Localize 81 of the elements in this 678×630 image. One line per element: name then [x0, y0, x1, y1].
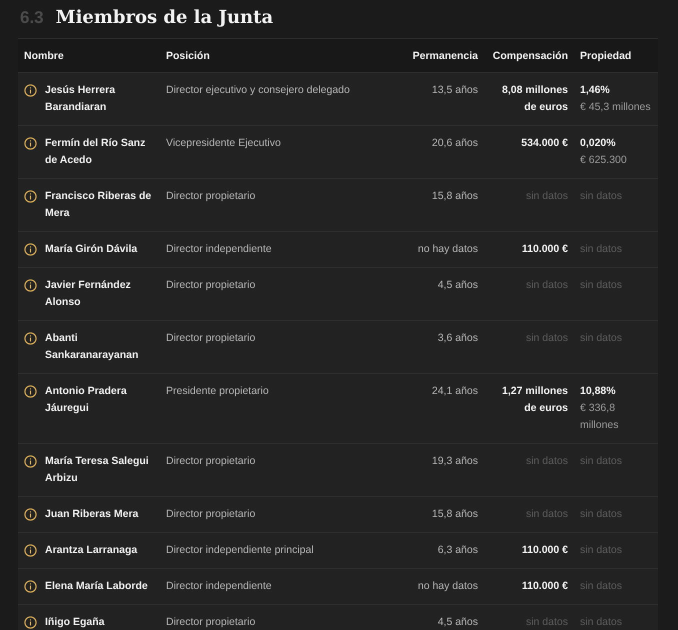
no-data-text: sin datos	[580, 190, 622, 202]
info-icon[interactable]	[24, 137, 37, 150]
tenure-text: 13,5 años	[432, 84, 478, 96]
info-icon[interactable]	[24, 84, 37, 97]
tenure-text: 15,8 años	[432, 508, 478, 520]
ownership-amount: € 625.300	[580, 153, 628, 168]
compensation-text: 110.000 €	[522, 243, 568, 255]
board-member-name: María Teresa Salegui Arbizu	[45, 454, 150, 486]
tenure-text: 19,3 años	[432, 455, 478, 467]
compensation-text: 8,08 millones de euros	[502, 84, 568, 113]
column-header: Nombre	[18, 38, 160, 72]
info-icon[interactable]	[24, 508, 37, 521]
info-icon[interactable]	[24, 616, 37, 629]
board-member-name: Juan Riberas Mera	[45, 507, 138, 522]
no-data-text: sin datos	[526, 332, 568, 344]
no-data-text: sin datos	[580, 544, 622, 556]
tenure-text: no hay datos	[418, 243, 478, 255]
no-data-text: sin datos	[526, 508, 568, 520]
no-data-text: sin datos	[580, 455, 622, 467]
tenure-text: 6,3 años	[438, 544, 478, 556]
position-text: Director propietario	[166, 455, 256, 467]
board-member-name: Abanti Sankaranarayanan	[45, 331, 140, 363]
ownership-percent: 1,46%	[580, 83, 611, 98]
no-data-text: sin datos	[526, 190, 568, 202]
column-header: Compensación	[484, 38, 574, 72]
compensation-text: 110.000 €	[522, 580, 568, 592]
column-header: Propiedad	[574, 38, 658, 72]
info-icon[interactable]	[24, 190, 37, 203]
info-icon[interactable]	[24, 580, 37, 593]
no-data-text: sin datos	[580, 508, 622, 520]
no-data-text: sin datos	[580, 243, 622, 255]
board-member-name: Fermín del Río Sanz de Acedo	[45, 136, 146, 168]
info-icon[interactable]	[24, 455, 37, 468]
position-text: Director propietario	[166, 279, 256, 291]
ownership-amount: € 336,8 millones	[580, 401, 620, 433]
no-data-text: sin datos	[526, 616, 568, 628]
tenure-text: 4,5 años	[438, 616, 478, 628]
compensation-text: 534.000 €	[521, 137, 568, 149]
info-icon[interactable]	[24, 243, 37, 256]
tenure-text: 24,1 años	[432, 385, 478, 397]
info-icon[interactable]	[24, 544, 37, 557]
board-member-name: Javier Fernández Alonso	[45, 278, 132, 310]
ownership-amount: € 45,3 millones	[580, 100, 652, 115]
no-data-text: sin datos	[580, 332, 622, 344]
position-text: Director propietario	[166, 508, 256, 520]
board-member-name: Iñigo Egaña	[45, 615, 105, 630]
board-member-name: Arantza Larranaga	[45, 543, 138, 558]
section-title: Miembros de la Junta	[56, 7, 274, 28]
no-data-text: sin datos	[580, 580, 622, 592]
compensation-text: 110.000 €	[522, 544, 568, 556]
position-text: Director independiente	[166, 243, 272, 255]
board-member-name: María Girón Dávila	[45, 242, 138, 257]
no-data-text: sin datos	[526, 455, 568, 467]
tenure-text: 4,5 años	[438, 279, 478, 291]
column-header: Permanencia	[396, 38, 484, 72]
tenure-text: 3,6 años	[438, 332, 478, 344]
board-member-name: Elena María Laborde	[45, 579, 148, 594]
position-text: Director ejecutivo y consejero delegado	[166, 84, 350, 96]
no-data-text: sin datos	[526, 279, 568, 291]
position-text: Director propietario	[166, 616, 256, 628]
info-icon[interactable]	[24, 332, 37, 345]
position-text: Presidente propietario	[166, 385, 269, 397]
ownership-percent: 0,020%	[580, 136, 617, 151]
info-icon[interactable]	[24, 385, 37, 398]
info-icon[interactable]	[24, 279, 37, 292]
position-text: Director independiente	[166, 580, 272, 592]
column-header: Posición	[160, 38, 396, 72]
no-data-text: sin datos	[580, 616, 622, 628]
position-text: Director propietario	[166, 190, 256, 202]
tenure-text: no hay datos	[418, 580, 478, 592]
no-data-text: sin datos	[580, 279, 622, 291]
position-text: Vicepresidente Ejecutivo	[166, 137, 281, 149]
position-text: Director independiente principal	[166, 544, 314, 556]
position-text: Director propietario	[166, 332, 256, 344]
board-member-name: Jesús Herrera Barandiaran	[45, 83, 116, 115]
ownership-percent: 10,88%	[580, 384, 617, 399]
tenure-text: 15,8 años	[432, 190, 478, 202]
tenure-text: 20,6 años	[432, 137, 478, 149]
compensation-text: 1,27 millones de euros	[502, 385, 568, 414]
board-member-name: Francisco Riberas de Mera	[45, 189, 152, 221]
board-member-name: Antonio Pradera Jáuregui	[45, 384, 128, 416]
